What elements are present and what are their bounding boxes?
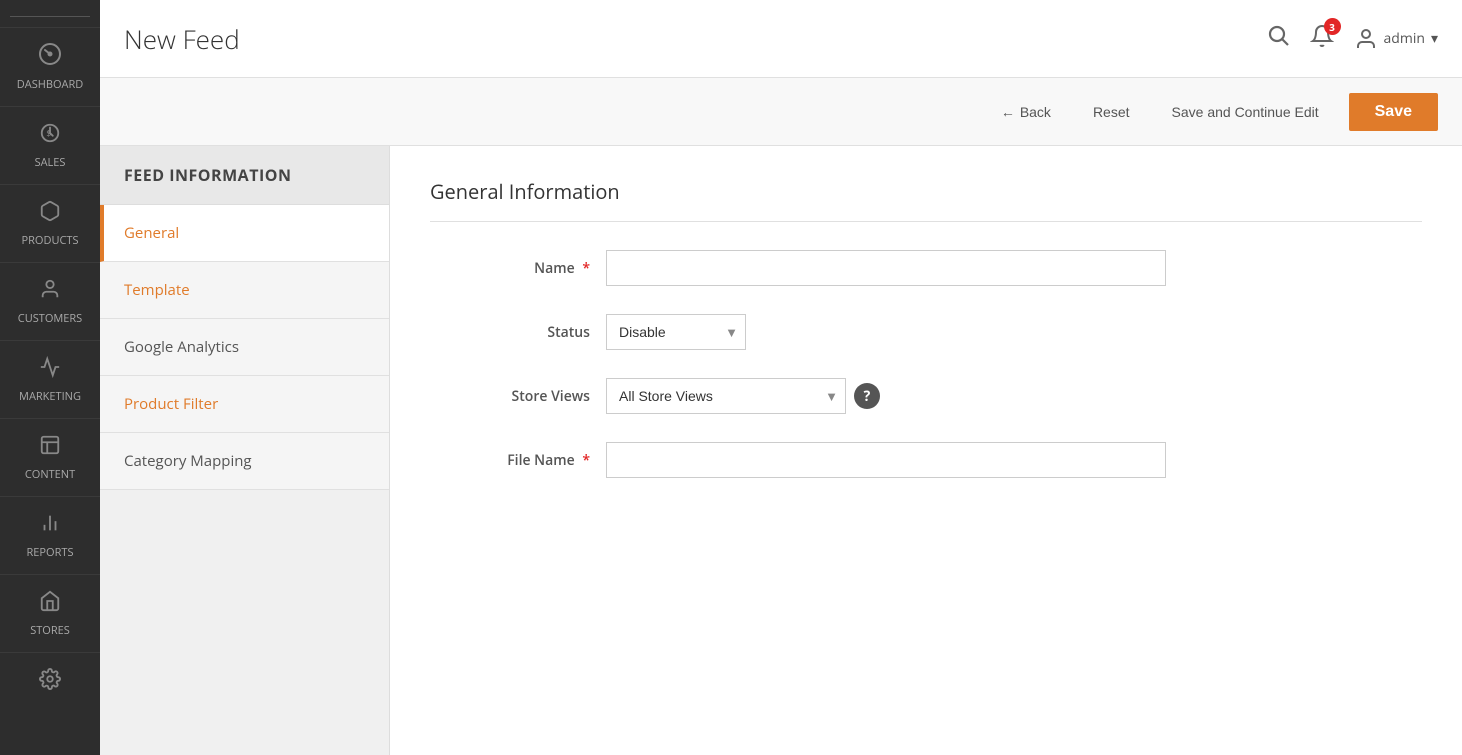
name-label: Name *: [430, 259, 590, 278]
status-select-wrap: Disable Enable ▼: [606, 314, 746, 350]
left-nav-item-category-mapping[interactable]: Category Mapping: [100, 433, 389, 490]
store-views-help-icon[interactable]: ?: [854, 383, 880, 409]
customers-icon: [39, 277, 61, 307]
main-area: New Feed 3 admin: [100, 0, 1462, 755]
left-navigation: FEED INFORMATION General Template Google…: [100, 146, 390, 755]
form-divider: [430, 221, 1422, 222]
sidebar-item-dashboard[interactable]: DASHBOARD: [0, 27, 100, 106]
search-icon[interactable]: [1266, 23, 1290, 54]
page-title: New Feed: [124, 21, 240, 57]
left-nav-item-general-label: General: [124, 223, 179, 243]
sidebar-item-products[interactable]: PRODUCTS: [0, 184, 100, 262]
sidebar-item-products-label: PRODUCTS: [22, 233, 79, 248]
left-nav-item-google-analytics-label: Google Analytics: [124, 337, 239, 357]
sidebar-item-sales[interactable]: $ SALES: [0, 106, 100, 184]
left-nav-item-google-analytics[interactable]: Google Analytics: [100, 319, 389, 376]
sidebar: DASHBOARD $ SALES PRODUCTS CUSTOMERS: [0, 0, 100, 755]
action-toolbar: ← Back Reset Save and Continue Edit Save: [100, 78, 1462, 146]
sidebar-item-marketing[interactable]: MARKETING: [0, 340, 100, 418]
back-button[interactable]: ← Back: [989, 96, 1063, 128]
status-field-row: Status Disable Enable ▼: [430, 314, 1422, 350]
user-menu[interactable]: admin ▾: [1354, 27, 1438, 51]
left-nav-item-template-label: Template: [124, 280, 190, 300]
sidebar-item-reports[interactable]: REPORTS: [0, 496, 100, 574]
file-name-label: File Name *: [430, 451, 590, 470]
back-label: Back: [1020, 104, 1051, 120]
save-button[interactable]: Save: [1349, 93, 1438, 131]
sidebar-item-content[interactable]: CONTENT: [0, 418, 100, 496]
svg-text:$: $: [46, 128, 51, 139]
reset-label: Reset: [1093, 104, 1130, 120]
save-continue-button[interactable]: Save and Continue Edit: [1160, 96, 1331, 128]
marketing-icon: [39, 355, 61, 385]
sidebar-top-divider: [10, 16, 90, 17]
header-actions: 3 admin ▾: [1266, 23, 1438, 54]
products-icon: [39, 199, 61, 229]
left-nav-item-template[interactable]: Template: [100, 262, 389, 319]
sidebar-item-customers[interactable]: CUSTOMERS: [0, 262, 100, 340]
name-field-row: Name *: [430, 250, 1422, 286]
status-select-wrapper: Disable Enable ▼: [606, 314, 746, 350]
content-icon: [39, 433, 61, 463]
form-section-title: General Information: [430, 178, 1422, 205]
sidebar-item-marketing-label: MARKETING: [19, 389, 81, 404]
left-nav-item-category-mapping-label: Category Mapping: [124, 451, 252, 471]
back-arrow-icon: ←: [1001, 104, 1015, 120]
form-area: General Information Name * Status: [390, 146, 1462, 755]
user-avatar-icon: [1354, 27, 1378, 51]
name-input[interactable]: [606, 250, 1166, 286]
sidebar-item-dashboard-label: DASHBOARD: [17, 77, 83, 92]
left-nav-item-general[interactable]: General: [100, 205, 389, 262]
user-name: admin: [1384, 29, 1425, 48]
sidebar-item-customers-label: CUSTOMERS: [18, 311, 82, 326]
store-views-label: Store Views: [430, 387, 590, 406]
sidebar-item-system[interactable]: [0, 652, 100, 715]
sidebar-item-content-label: CONTENT: [25, 467, 75, 482]
sidebar-item-reports-label: REPORTS: [27, 545, 74, 560]
save-label: Save: [1375, 103, 1412, 120]
store-views-select-wrap: All Store Views ▼ ?: [606, 378, 880, 414]
store-views-field-row: Store Views All Store Views ▼ ?: [430, 378, 1422, 414]
notification-count: 3: [1324, 18, 1341, 35]
sidebar-item-sales-label: SALES: [35, 155, 66, 170]
notification-bell[interactable]: 3: [1310, 24, 1334, 53]
reports-icon: [39, 511, 61, 541]
file-name-input[interactable]: [606, 442, 1166, 478]
user-dropdown-icon: ▾: [1431, 29, 1438, 48]
status-select[interactable]: Disable Enable: [606, 314, 746, 350]
name-required-indicator: *: [582, 259, 590, 278]
file-name-required-indicator: *: [582, 451, 590, 470]
page-header: New Feed 3 admin: [100, 0, 1462, 78]
left-nav-item-product-filter[interactable]: Product Filter: [100, 376, 389, 433]
store-views-select-wrapper: All Store Views ▼: [606, 378, 846, 414]
reset-button[interactable]: Reset: [1081, 96, 1142, 128]
content-area: FEED INFORMATION General Template Google…: [100, 146, 1462, 755]
left-nav-item-product-filter-label: Product Filter: [124, 394, 218, 414]
stores-icon: [39, 589, 61, 619]
sales-icon: $: [39, 121, 61, 151]
system-icon: [39, 667, 61, 697]
file-name-field-row: File Name *: [430, 442, 1422, 478]
sidebar-item-stores[interactable]: STORES: [0, 574, 100, 652]
dashboard-icon: [38, 42, 62, 73]
save-continue-label: Save and Continue Edit: [1172, 104, 1319, 120]
left-nav-section-title: FEED INFORMATION: [100, 146, 389, 205]
store-views-select[interactable]: All Store Views: [606, 378, 846, 414]
status-label: Status: [430, 323, 590, 342]
sidebar-item-stores-label: STORES: [30, 623, 70, 638]
